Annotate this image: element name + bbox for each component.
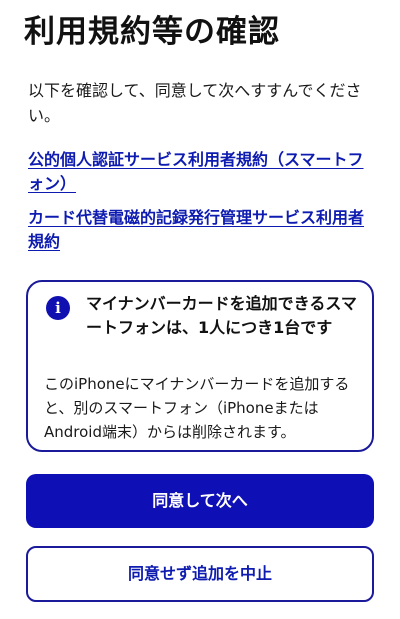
notice-body: このiPhoneにマイナンバーカードを追加すると、別のスマートフォン（iPhon… <box>44 375 350 441</box>
info-icon: i <box>46 296 70 320</box>
jpki-terms-link[interactable]: 公的個人認証サービス利用者規約（スマートフォン） <box>28 148 374 196</box>
page-title: 利用規約等の確認 <box>24 14 280 50</box>
terms-links: 公的個人認証サービス利用者規約（スマートフォン） カード代替電磁的記録発行管理サ… <box>28 148 374 264</box>
notice-heading: マイナンバーカードを追加できるスマートフォンは、1人につき1台です <box>86 294 357 337</box>
card-alternative-terms-link[interactable]: カード代替電磁的記録発行管理サービス利用者規約 <box>28 206 374 254</box>
notice-card: i マイナンバーカードを追加できるスマートフォンは、1人につき1台です このiP… <box>26 280 374 452</box>
agree-next-button[interactable]: 同意して次へ <box>26 474 374 528</box>
instructions-text: 以下を確認して、同意して次へすすんでください。 <box>28 81 362 125</box>
decline-cancel-button[interactable]: 同意せず追加を中止 <box>26 546 374 602</box>
